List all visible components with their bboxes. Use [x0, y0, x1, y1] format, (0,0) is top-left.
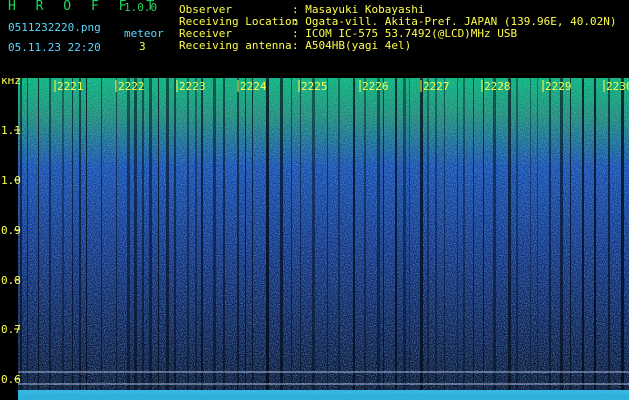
streak	[300, 78, 301, 390]
streak	[266, 78, 269, 390]
streak	[327, 78, 328, 390]
streak	[444, 78, 445, 390]
info-label-antenna: Receiving antenna	[179, 39, 292, 52]
time-label: 2228	[484, 80, 511, 93]
streak	[338, 78, 340, 390]
streak	[245, 78, 246, 390]
streak	[187, 78, 189, 390]
streak	[594, 78, 596, 390]
streak	[409, 78, 410, 390]
file-datetime: 05.11.23 22:20	[8, 41, 101, 54]
time-label: 2230	[606, 80, 629, 93]
streak	[195, 78, 197, 390]
streak	[49, 78, 51, 390]
streak	[582, 78, 584, 390]
file-name: 0511232220.png	[8, 21, 101, 34]
streak	[116, 78, 117, 390]
time-label: 2226	[362, 80, 389, 93]
streak	[473, 78, 474, 390]
streak	[166, 78, 169, 390]
streak	[483, 78, 484, 390]
streak	[223, 78, 225, 390]
streak	[38, 78, 39, 390]
time-label: 2222	[118, 80, 145, 93]
info-value-antenna: : A504HB(yagi 4el)	[292, 39, 412, 52]
streak	[86, 78, 87, 390]
streak	[383, 78, 384, 390]
streak	[149, 78, 152, 390]
streak	[201, 78, 203, 390]
streak	[457, 78, 458, 390]
streak	[508, 78, 511, 390]
streak	[621, 78, 624, 390]
streak	[364, 78, 366, 390]
bottom-band	[18, 390, 629, 400]
time-label: 2224	[240, 80, 267, 93]
meteor-count: 3	[139, 40, 146, 53]
streak	[530, 78, 531, 390]
streak	[134, 78, 137, 390]
streak	[213, 78, 216, 390]
streak	[174, 78, 176, 390]
streak	[101, 78, 102, 390]
streak	[537, 78, 538, 390]
streak	[560, 78, 563, 390]
streak	[79, 78, 81, 390]
streak	[516, 78, 518, 390]
y-tick-label: 1.0	[1, 174, 21, 187]
streak	[291, 78, 292, 390]
streak	[27, 78, 28, 390]
streak	[395, 78, 397, 390]
streak	[427, 78, 429, 390]
streak	[463, 78, 465, 390]
streak	[420, 78, 423, 390]
y-tick-label: 1.1	[1, 124, 21, 137]
y-tick-label: 0.7	[1, 323, 21, 336]
time-label: 2227	[423, 80, 450, 93]
streak	[493, 78, 496, 390]
time-label: 2221	[57, 80, 84, 93]
streak	[353, 78, 355, 390]
streak	[127, 78, 130, 390]
time-label: 2229	[545, 80, 572, 93]
streak	[237, 78, 239, 390]
streak	[377, 78, 380, 390]
y-axis-labels: 1.1 1.0 0.9 0.8 0.7 0.6	[1, 124, 21, 386]
y-tick-label: 0.6	[1, 373, 21, 386]
app-version: 1.0.0	[124, 1, 158, 14]
time-label: 2225	[301, 80, 328, 93]
streak	[570, 78, 571, 390]
streak	[158, 78, 159, 390]
time-label: 2223	[179, 80, 206, 93]
meteor-label: meteor	[124, 27, 164, 40]
streak	[608, 78, 610, 390]
streak	[142, 78, 144, 390]
y-tick-label: 0.8	[1, 274, 21, 287]
y-tick-label: 0.9	[1, 224, 21, 237]
streak	[403, 78, 406, 390]
streak	[252, 78, 253, 390]
streak	[72, 78, 73, 390]
streak	[62, 78, 64, 390]
streak	[435, 78, 437, 390]
streak	[312, 78, 315, 390]
streak	[549, 78, 551, 390]
streak	[280, 78, 283, 390]
